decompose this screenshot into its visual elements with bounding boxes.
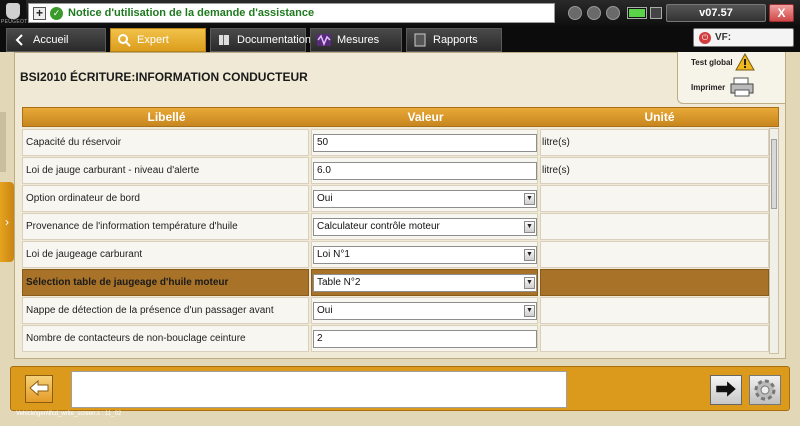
- lion-logo-icon: [6, 3, 20, 19]
- table-row: Option ordinateur de bord Oui ▼: [22, 185, 769, 212]
- select-value: Oui: [317, 305, 333, 316]
- table-row-selected: Sélection table de jaugeage d'huile mote…: [22, 269, 769, 296]
- side-panel-toggle[interactable]: ›: [0, 182, 14, 262]
- check-circle-icon: ✓: [50, 7, 63, 20]
- globe-icon[interactable]: [606, 6, 620, 20]
- title-bar: PEUGEOT + ✓ Notice d'utilisation de la d…: [0, 0, 800, 26]
- row-label: Nombre de contacteurs de non-bouclage ce…: [26, 333, 246, 344]
- chevron-down-icon[interactable]: ▼: [524, 305, 535, 317]
- back-button[interactable]: [25, 375, 53, 403]
- peugeot-logo: PEUGEOT: [0, 0, 28, 26]
- expand-plus-icon[interactable]: +: [33, 7, 46, 20]
- row-label: Option ordinateur de bord: [26, 193, 140, 204]
- select-value: Calculateur contrôle moteur: [317, 221, 440, 232]
- close-button[interactable]: X: [769, 4, 794, 22]
- printer-icon[interactable]: [730, 77, 754, 97]
- capacite-reservoir-input[interactable]: 50: [313, 134, 537, 152]
- tab-documentation[interactable]: Documentation: [210, 28, 311, 52]
- main-tab-bar: Accueil Expert Documentation Mesures Rap…: [0, 26, 800, 52]
- message-box: [71, 371, 567, 408]
- test-global-label: Test global: [691, 58, 733, 67]
- next-button[interactable]: [710, 375, 742, 405]
- vf-label: VF:: [715, 32, 732, 43]
- row-label: Provenance de l'information température …: [26, 221, 238, 232]
- select-value: Oui: [317, 193, 333, 204]
- tab-expert[interactable]: Expert: [110, 28, 206, 52]
- row-unit: litre(s): [542, 165, 570, 176]
- table-row: Loi de jaugeage carburant Loi N°1 ▼: [22, 241, 769, 268]
- table-row: Nombre de contacteurs de non-bouclage ce…: [22, 325, 769, 352]
- left-arrow-icon: [29, 379, 49, 397]
- parameter-table: Capacité du réservoir 50 litre(s) Loi de…: [22, 128, 769, 354]
- folder-icon: [414, 33, 426, 47]
- table-row: Capacité du réservoir 50 litre(s): [22, 129, 769, 156]
- imprimer-label: Imprimer: [691, 83, 726, 92]
- scrollbar-thumb[interactable]: [771, 139, 777, 209]
- bottom-bar: [10, 366, 790, 411]
- notice-text: Notice d'utilisation de la demande d'ass…: [68, 7, 315, 19]
- chevron-down-icon[interactable]: ▼: [524, 249, 535, 261]
- tab-rapports[interactable]: Rapports: [406, 28, 502, 52]
- tab-label: Mesures: [337, 34, 380, 46]
- select-value: Table N°2: [317, 277, 361, 288]
- page-title: BSI2010 ÉCRITURE:INFORMATION CONDUCTEUR: [20, 70, 308, 84]
- table-header: Libellé Valeur Unité: [22, 107, 779, 127]
- vehicle-vf-box[interactable]: ⏻ VF:: [693, 28, 794, 47]
- screen-id-footer: Vehicle\gen\lfcd_write_screen.s : 11_02: [16, 411, 122, 417]
- row-label: Loi de jaugeage carburant: [26, 249, 143, 260]
- niveau-alerte-input[interactable]: 6.0: [313, 162, 537, 180]
- row-label: Sélection table de jaugeage d'huile mote…: [26, 277, 229, 288]
- table-row: Loi de jauge carburant - niveau d'alerte…: [22, 157, 769, 184]
- record-icon[interactable]: [568, 6, 582, 20]
- battery-icon: [627, 7, 647, 19]
- loi-jaugeage-select[interactable]: Loi N°1 ▼: [313, 246, 537, 264]
- provenance-temperature-select[interactable]: Calculateur contrôle moteur ▼: [313, 218, 537, 236]
- row-label: Capacité du réservoir: [26, 137, 122, 148]
- power-icon[interactable]: ⏻: [699, 32, 711, 44]
- tab-accueil[interactable]: Accueil: [6, 28, 106, 52]
- chevron-down-icon[interactable]: ▼: [524, 221, 535, 233]
- header-libelle: Libellé: [147, 110, 186, 124]
- brand-text: PEUGEOT: [1, 19, 28, 25]
- table-scrollbar[interactable]: [769, 128, 779, 354]
- ordinateur-bord-select[interactable]: Oui ▼: [313, 190, 537, 208]
- right-tools: Test global Imprimer: [677, 52, 785, 104]
- tab-label: Expert: [137, 34, 169, 46]
- waveform-icon: [317, 34, 331, 47]
- right-arrow-icon: [716, 381, 736, 397]
- version-label: v07.57: [666, 4, 766, 22]
- contacteurs-ceinture-input[interactable]: 2: [313, 330, 537, 348]
- warning-triangle-icon[interactable]: [735, 53, 755, 71]
- book-icon: [219, 35, 229, 45]
- left-strip: [0, 112, 6, 172]
- tab-label: Documentation: [237, 34, 311, 46]
- tab-label: Accueil: [33, 34, 69, 46]
- table-jaugeage-huile-select[interactable]: Table N°2 ▼: [313, 274, 537, 292]
- magnifier-icon: [118, 34, 131, 47]
- header-valeur: Valeur: [407, 110, 444, 124]
- header-unite: Unité: [644, 110, 675, 124]
- back-arrow-icon: [15, 34, 23, 46]
- table-row: Provenance de l'information température …: [22, 213, 769, 240]
- notice-bar[interactable]: + ✓ Notice d'utilisation de la demande d…: [28, 3, 555, 23]
- settings-button[interactable]: [749, 375, 781, 405]
- select-value: Loi N°1: [317, 249, 350, 260]
- tab-label: Rapports: [433, 34, 478, 46]
- chevron-down-icon[interactable]: ▼: [524, 277, 535, 289]
- window-icon[interactable]: [650, 7, 662, 19]
- help-icon[interactable]: [587, 6, 601, 20]
- tab-mesures[interactable]: Mesures: [310, 28, 402, 52]
- row-label: Loi de jauge carburant - niveau d'alerte: [26, 165, 200, 176]
- gear-icon: [754, 379, 776, 401]
- table-row: Nappe de détection de la présence d'un p…: [22, 297, 769, 324]
- nappe-passager-select[interactable]: Oui ▼: [313, 302, 537, 320]
- chevron-down-icon[interactable]: ▼: [524, 193, 535, 205]
- row-label: Nappe de détection de la présence d'un p…: [26, 305, 274, 316]
- row-unit: litre(s): [542, 137, 570, 148]
